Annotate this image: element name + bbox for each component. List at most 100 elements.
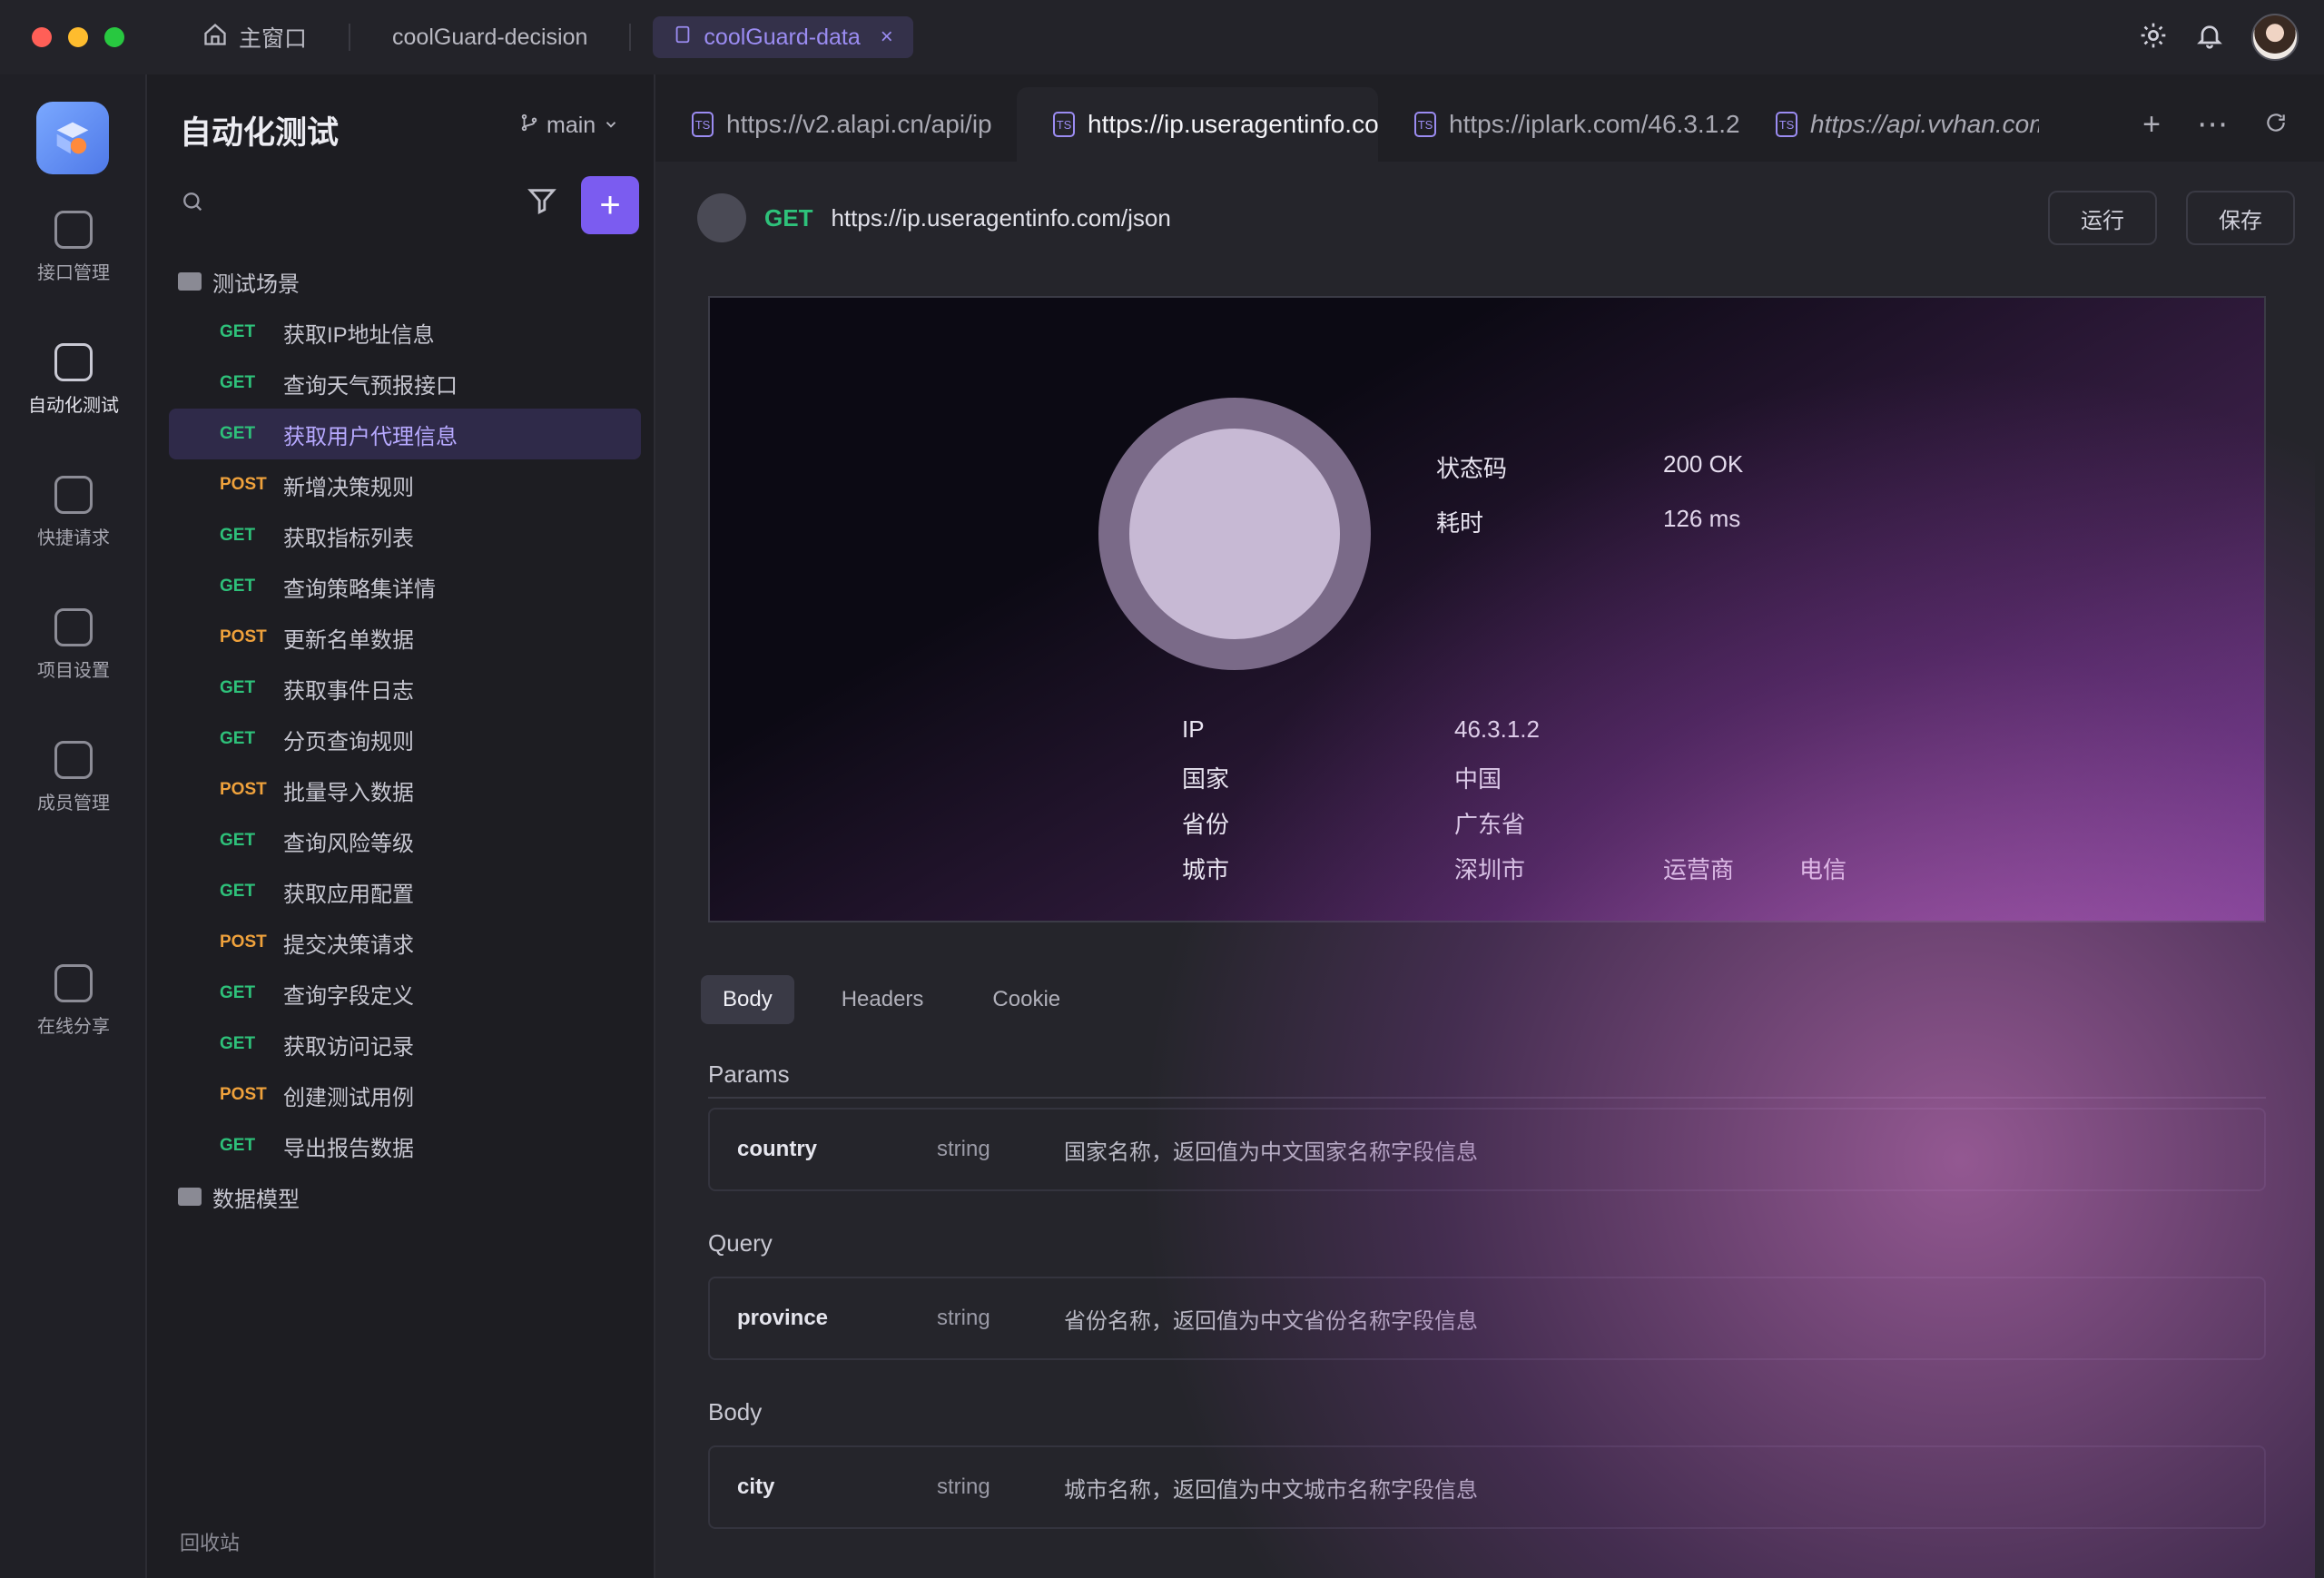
page-title: 自动化测试: [180, 115, 340, 151]
tab-body[interactable]: Body: [701, 975, 794, 1024]
tree-api-item[interactable]: GET 获取应用配置: [169, 866, 641, 917]
rail-item-label: 项目设置: [37, 661, 110, 681]
tree-api-item[interactable]: POST 批量导入数据: [169, 764, 641, 815]
tree-label: 查询字段定义: [283, 983, 414, 1009]
tree-folder[interactable]: 数据模型: [169, 1171, 641, 1222]
gear-icon[interactable]: [2139, 21, 2168, 54]
tree-api-item[interactable]: GET 获取指标列表: [169, 510, 641, 561]
tree-label: 查询风险等级: [283, 831, 414, 856]
method-badge: GET: [220, 322, 256, 341]
param-key: province: [737, 1306, 829, 1330]
param-type: string: [937, 1137, 990, 1161]
result-key: IP: [1182, 715, 1205, 743]
window-tab-decision[interactable]: coolGuard-decision: [372, 16, 607, 58]
add-api-button[interactable]: +: [581, 176, 639, 234]
tree-api-item[interactable]: GET 查询风险等级: [169, 815, 641, 866]
tree-api-item[interactable]: GET 查询字段定义: [169, 968, 641, 1019]
refresh-icon[interactable]: [2264, 107, 2288, 143]
tree-api-item[interactable]: POST 提交决策请求: [169, 917, 641, 968]
recycle-bin-link[interactable]: 回收站: [180, 1527, 240, 1556]
tree-label: 查询天气预报接口: [283, 373, 458, 399]
tree-api-item[interactable]: POST 创建测试用例: [169, 1070, 641, 1120]
doc-tab[interactable]: TS https://v2.alapi.cn/api/ip: [655, 87, 1017, 162]
doc-tab-label: https://ip.useragentinfo.com/json: [1088, 110, 1378, 138]
api-tree-panel: 自动化测试 main + 测试场景 GET 获取IP地址信息 GET 查询天气预报接…: [147, 74, 655, 1578]
tree-api-item[interactable]: GET 查询策略集详情: [169, 561, 641, 612]
divider: [349, 24, 351, 51]
tree-label: 获取事件日志: [283, 678, 414, 704]
tree-api-item[interactable]: GET 分页查询规则: [169, 714, 641, 764]
section-title: Query: [708, 1229, 773, 1257]
tree-label: 更新名单数据: [283, 627, 414, 653]
param-row[interactable]: country string 国家名称，返回值为中文国家名称字段信息: [708, 1108, 2266, 1191]
search-input[interactable]: [180, 178, 525, 229]
request-icon: [54, 476, 93, 514]
param-row[interactable]: city string 城市名称，返回值为中文城市名称字段信息: [708, 1445, 2266, 1529]
run-button[interactable]: 运行: [2048, 191, 2157, 245]
tree-label: 分页查询规则: [283, 729, 414, 754]
ts-file-icon: TS: [1776, 112, 1797, 137]
method-badge: GET: [220, 678, 256, 697]
tree-api-item[interactable]: POST 更新名单数据: [169, 612, 641, 663]
add-tab-icon[interactable]: +: [2142, 107, 2161, 143]
tree-api-item[interactable]: POST 新增决策规则: [169, 459, 641, 510]
avatar[interactable]: [2251, 14, 2299, 61]
zoom-window-button[interactable]: [104, 27, 124, 47]
tree-folder[interactable]: 测试场景: [169, 256, 641, 307]
request-bar: GET https://ip.useragentinfo.com/json 运行…: [697, 187, 2295, 249]
rail-item-automation[interactable]: 自动化测试: [27, 343, 120, 417]
branch-selector[interactable]: main: [519, 113, 619, 139]
result-value: 46.3.1.2: [1454, 715, 1540, 743]
tree-api-item[interactable]: GET 查询天气预报接口: [169, 358, 641, 409]
settings-icon: [54, 608, 93, 646]
rail-item-share[interactable]: 在线分享: [27, 964, 120, 1038]
method-badge: POST: [220, 780, 267, 799]
tree-label: 批量导入数据: [283, 780, 414, 805]
tree-api-item[interactable]: GET 导出报告数据: [169, 1120, 641, 1171]
bell-icon[interactable]: [2195, 21, 2224, 54]
more-icon[interactable]: ⋯: [2197, 106, 2228, 143]
rail-item-label: 成员管理: [37, 794, 110, 814]
close-tab-icon[interactable]: ×: [881, 25, 893, 50]
document-icon: [673, 25, 693, 51]
method-badge: GET: [220, 882, 256, 901]
tree-label: 测试场景: [212, 271, 300, 297]
tree-label: 导出报告数据: [283, 1136, 414, 1161]
window-controls: [32, 27, 124, 47]
app-logo[interactable]: [36, 102, 109, 174]
method-badge: POST: [220, 475, 267, 494]
tab-cookie[interactable]: Cookie: [970, 975, 1082, 1024]
tab-headers[interactable]: Headers: [820, 975, 946, 1024]
minimize-window-button[interactable]: [68, 27, 88, 47]
param-row[interactable]: province string 省份名称，返回值为中文省份名称字段信息: [708, 1277, 2266, 1360]
doc-tab-label: https://iplark.com/46.3.1.2: [1449, 110, 1739, 138]
folder-icon: [178, 272, 202, 291]
rail-item-settings[interactable]: 项目设置: [27, 608, 120, 682]
status-ring: [1098, 398, 1371, 670]
save-button[interactable]: 保存: [2186, 191, 2295, 245]
window-tab-home[interactable]: 主窗口: [182, 16, 327, 58]
filter-icon[interactable]: [527, 185, 557, 221]
doc-tab[interactable]: TS https://iplark.com/46.3.1.2: [1378, 87, 1739, 162]
rail-item-api[interactable]: 接口管理: [27, 211, 120, 284]
window-tab-data[interactable]: coolGuard-data ×: [653, 16, 913, 58]
request-url[interactable]: https://ip.useragentinfo.com/json: [831, 204, 1170, 232]
doc-tab-active[interactable]: TS https://ip.useragentinfo.com/json: [1017, 87, 1378, 162]
param-type: string: [937, 1306, 990, 1330]
rail-item-label: 快捷请求: [37, 528, 110, 548]
rail-item-request[interactable]: 快捷请求: [27, 476, 120, 549]
avatar: [697, 193, 746, 242]
tree-api-item[interactable]: GET 获取事件日志: [169, 663, 641, 714]
tree-api-item[interactable]: GET 获取IP地址信息: [169, 307, 641, 358]
tree-api-item-selected[interactable]: GET 获取用户代理信息: [169, 409, 641, 459]
tree-api-item[interactable]: GET 获取访问记录: [169, 1019, 641, 1070]
rail-item-members[interactable]: 成员管理: [27, 741, 120, 814]
close-window-button[interactable]: [32, 27, 52, 47]
method-badge: GET: [220, 729, 256, 748]
window-tab-label: coolGuard-decision: [392, 24, 588, 50]
doc-tab[interactable]: TS https://api.vvhan.com/api/ipInfo: [1739, 87, 2039, 162]
result-key: 省份: [1182, 811, 1230, 838]
param-type: string: [937, 1474, 990, 1499]
response-tabs: Body Headers Cookie: [701, 975, 1082, 1024]
rail-item-label: 在线分享: [37, 1017, 110, 1037]
